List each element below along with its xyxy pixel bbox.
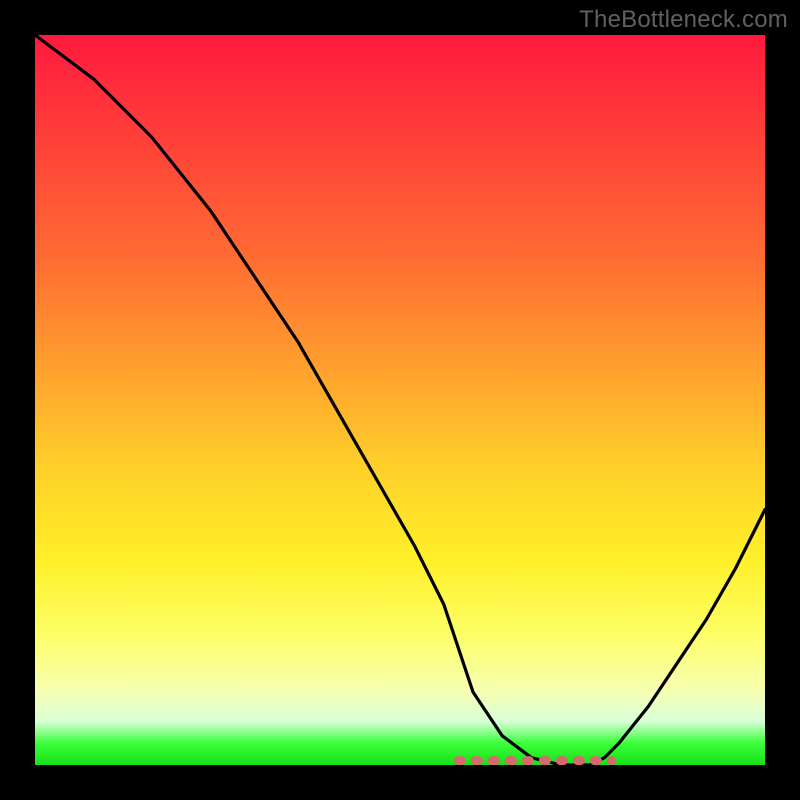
plot-area <box>35 35 765 765</box>
watermark-text: TheBottleneck.com <box>579 6 788 34</box>
curve-svg <box>35 35 765 765</box>
chart-frame: TheBottleneck.com <box>0 0 800 800</box>
bottleneck-curve-path <box>35 35 765 765</box>
